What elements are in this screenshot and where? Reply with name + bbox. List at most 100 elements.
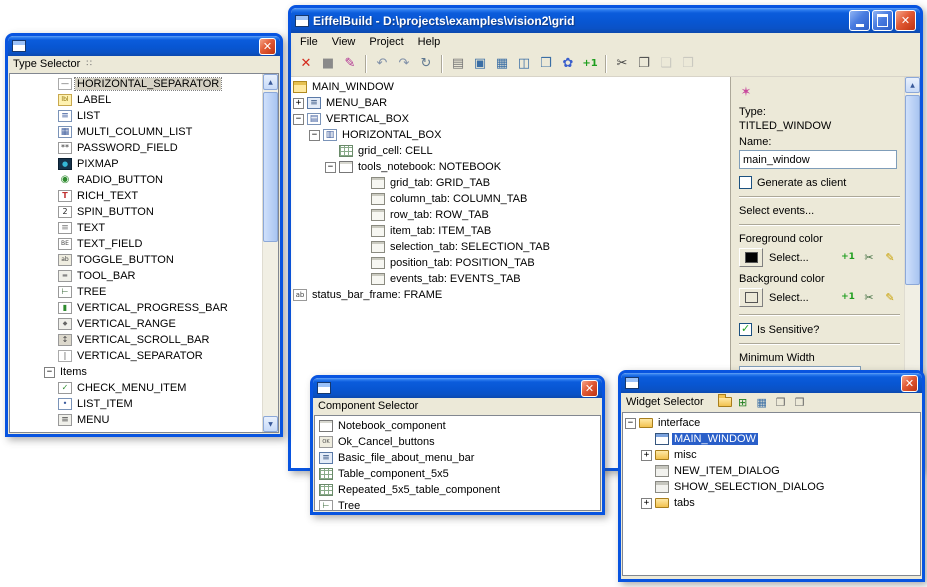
foreground-select-button[interactable]: Select... (769, 252, 809, 264)
show-grid-button[interactable]: ▦ (754, 395, 770, 409)
tree-item-events-tab-events-tab[interactable]: events_tab: EVENTS_TAB (291, 271, 730, 287)
scroll-down-button[interactable] (263, 416, 278, 432)
tree-item-label[interactable]: lblLABEL (10, 92, 262, 108)
list-item-basic-file-about-menu-bar[interactable]: ≡Basic_file_about_menu_bar (315, 450, 600, 466)
clipboard-button[interactable]: ❒ (678, 54, 698, 74)
bg-edit-icon[interactable]: ✎ (883, 292, 897, 304)
expander-icon[interactable]: − (325, 162, 336, 173)
tree-item-text-field[interactable]: BETEXT_FIELD (10, 236, 262, 252)
menu-item-project[interactable]: Project (362, 35, 410, 49)
tree-item-password-field[interactable]: **PASSWORD_FIELD (10, 140, 262, 156)
copy-widget-button[interactable]: ❐ (773, 395, 789, 409)
tree-item-list-item[interactable]: •LIST_ITEM (10, 396, 262, 412)
tree-item-position-tab-position-tab[interactable]: position_tab: POSITION_TAB (291, 255, 730, 271)
expander-icon[interactable]: − (309, 130, 320, 141)
type-selector-close-button[interactable] (259, 38, 276, 55)
tree-item-radio-button[interactable]: ◉RADIO_BUTTON (10, 172, 262, 188)
generate-client-checkbox[interactable] (739, 176, 752, 189)
notebook-button[interactable]: ❒ (536, 54, 556, 74)
tree-item-menu[interactable]: ≡MENU (10, 412, 262, 428)
grip-icon[interactable]: ∷ (86, 59, 92, 69)
delete-widget-button[interactable]: ❒ (792, 395, 808, 409)
expander-icon[interactable]: − (625, 418, 636, 429)
scroll-up-button[interactable] (905, 77, 920, 93)
tree-item-new-item-dialog[interactable]: NEW_ITEM_DIALOG (623, 463, 920, 479)
tree-item-interface[interactable]: −interface (623, 415, 920, 431)
tree-item-grid-tab-grid-tab[interactable]: grid_tab: GRID_TAB (291, 175, 730, 191)
component-selector-titlebar[interactable] (313, 378, 602, 398)
foreground-color-button[interactable] (739, 248, 763, 267)
fg-add-one-icon[interactable]: +1 (841, 252, 855, 264)
list-item-ok-cancel-buttons[interactable]: OKOk_Cancel_buttons (315, 434, 600, 450)
tree-item-spin-button[interactable]: 2SPIN_BUTTON (10, 204, 262, 220)
add-one-button[interactable]: +1 (580, 54, 600, 74)
list-item-table-component-5x5[interactable]: Table_component_5x5 (315, 466, 600, 482)
tree-item-horizontal-separator[interactable]: —HORIZONTAL_SEPARATOR (10, 76, 262, 92)
maximize-button[interactable] (872, 10, 893, 31)
wand-button[interactable]: ✎ (340, 54, 360, 74)
tree-item-vertical-range[interactable]: ◆VERTICAL_RANGE (10, 316, 262, 332)
screen-button[interactable]: ▣ (470, 54, 490, 74)
expander-icon[interactable]: + (641, 498, 652, 509)
component-selector-close-button[interactable] (581, 380, 598, 397)
main-titlebar[interactable]: EiffelBuild - D:\projects\examples\visio… (291, 8, 920, 33)
tree-item-list[interactable]: ≡LIST (10, 108, 262, 124)
tree-item-pixmap[interactable]: ●PIXMAP (10, 156, 262, 172)
scroll-thumb[interactable] (263, 92, 278, 242)
table-button[interactable]: ▦ (492, 54, 512, 74)
add-widget-button[interactable]: ⊞ (735, 395, 751, 409)
is-sensitive-checkbox[interactable] (739, 323, 752, 336)
tree-item-vertical-progress-bar[interactable]: ▮VERTICAL_PROGRESS_BAR (10, 300, 262, 316)
expander-icon[interactable]: − (293, 114, 304, 125)
menu-item-view[interactable]: View (325, 35, 363, 49)
menu-item-file[interactable]: File (293, 35, 325, 49)
bg-add-one-icon[interactable]: +1 (841, 292, 855, 304)
community-button[interactable]: ✿ (558, 54, 578, 74)
tree-item-tool-bar[interactable]: ▬TOOL_BAR (10, 268, 262, 284)
tree-item-items[interactable]: −Items (10, 364, 262, 380)
list-item-notebook-component[interactable]: Notebook_component (315, 418, 600, 434)
tree-item-toggle-button[interactable]: abTOGGLE_BUTTON (10, 252, 262, 268)
tree-item-horizontal-box[interactable]: −▥HORIZONTAL_BOX (291, 127, 730, 143)
background-color-button[interactable] (739, 288, 763, 307)
list-item-repeated-5x5-table-component[interactable]: Repeated_5x5_table_component (315, 482, 600, 498)
type-selector-scrollbar[interactable] (262, 74, 278, 432)
scroll-up-button[interactable] (263, 74, 278, 90)
tree-item-grid-cell-cell[interactable]: grid_cell: CELL (291, 143, 730, 159)
generate-button[interactable]: ▤ (448, 54, 468, 74)
copy-button[interactable]: ❐ (634, 54, 654, 74)
tree-item-status-bar-frame-frame[interactable]: abstatus_bar_frame: FRAME (291, 287, 730, 303)
name-input[interactable] (739, 150, 897, 169)
close-button[interactable] (895, 10, 916, 31)
redo-button[interactable]: ↷ (394, 54, 414, 74)
tree-item-main-window[interactable]: MAIN_WINDOW (291, 79, 730, 95)
stop-button[interactable]: ■ (318, 54, 338, 74)
type-selector-titlebar[interactable] (8, 36, 280, 56)
bg-scissors-icon[interactable]: ✂ (862, 292, 876, 304)
expander-icon[interactable]: + (293, 98, 304, 109)
tree-item-column-tab-column-tab[interactable]: column_tab: COLUMN_TAB (291, 191, 730, 207)
tree-item-vertical-separator[interactable]: |VERTICAL_SEPARATOR (10, 348, 262, 364)
fg-edit-icon[interactable]: ✎ (883, 252, 897, 264)
scroll-thumb[interactable] (905, 95, 920, 285)
new-folder-button[interactable] (718, 397, 732, 407)
fg-scissors-icon[interactable]: ✂ (862, 252, 876, 264)
widget-selector-close-button[interactable] (901, 375, 918, 392)
tree-item-tree[interactable]: ⊢TREE (10, 284, 262, 300)
widget-selector-titlebar[interactable] (621, 373, 922, 393)
select-events-button[interactable]: Select events... (739, 205, 900, 217)
delete-button[interactable]: ✕ (296, 54, 316, 74)
tree-item-item-tab-item-tab[interactable]: item_tab: ITEM_TAB (291, 223, 730, 239)
menu-item-help[interactable]: Help (411, 35, 448, 49)
undo-button[interactable]: ↶ (372, 54, 392, 74)
tree-item-check-menu-item[interactable]: ✓CHECK_MENU_ITEM (10, 380, 262, 396)
tree-item-vertical-box[interactable]: −▤VERTICAL_BOX (291, 111, 730, 127)
tree-item-multi-column-list[interactable]: ▦MULTI_COLUMN_LIST (10, 124, 262, 140)
refresh-button[interactable]: ↻ (416, 54, 436, 74)
split-button[interactable]: ◫ (514, 54, 534, 74)
expander-icon[interactable]: + (641, 450, 652, 461)
tree-item-misc[interactable]: +misc (623, 447, 920, 463)
tree-item-vertical-scroll-bar[interactable]: ↕VERTICAL_SCROLL_BAR (10, 332, 262, 348)
background-select-button[interactable]: Select... (769, 292, 809, 304)
tree-item-tools-notebook-notebook[interactable]: −tools_notebook: NOTEBOOK (291, 159, 730, 175)
